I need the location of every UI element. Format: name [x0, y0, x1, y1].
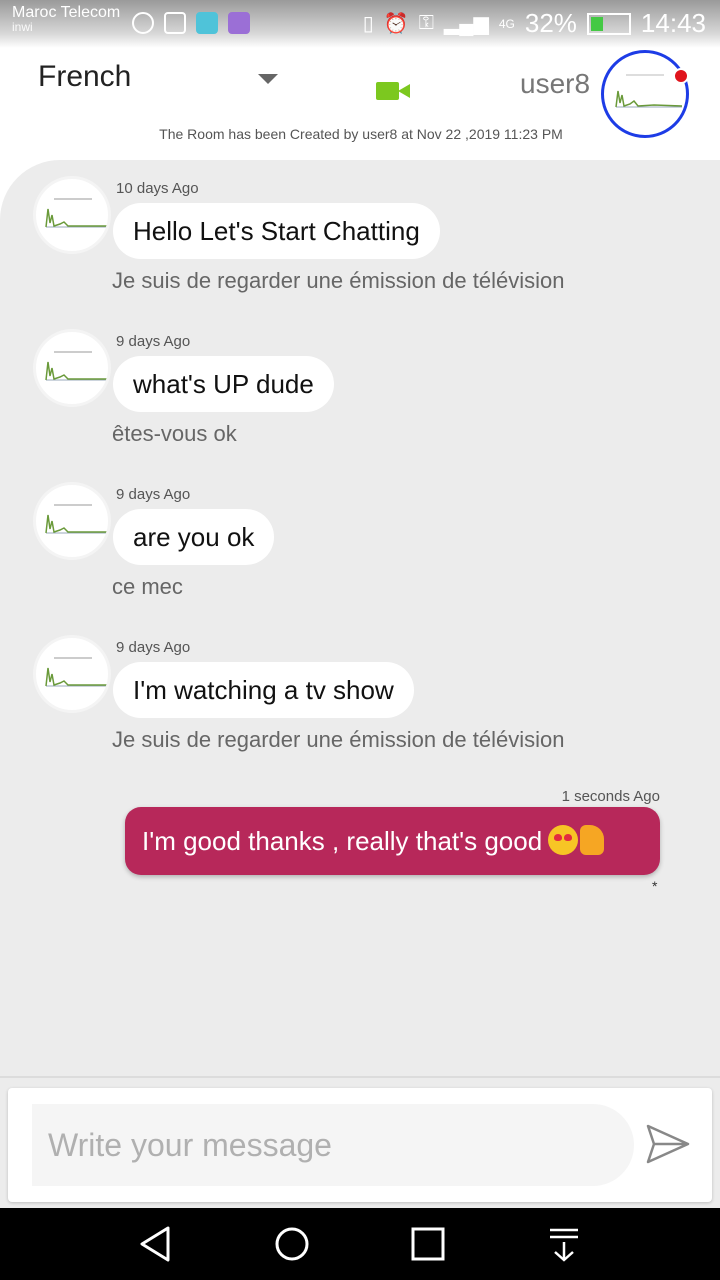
status-bar: Maroc Telecom inwi ▯ ⏰ ⚿ ▂▄▆ 4G 32% 14:4…	[0, 0, 720, 48]
language-selector[interactable]: French	[38, 60, 131, 94]
message-translation: Je suis de regarder une émission de télé…	[112, 727, 565, 752]
battery-icon	[586, 12, 631, 35]
message-time: 9 days Ago	[116, 333, 191, 350]
chat-area[interactable]	[0, 160, 720, 1076]
avatar[interactable]	[33, 176, 111, 254]
composer-area	[0, 1076, 720, 1208]
carrier-label: Maroc Telecom	[12, 4, 121, 21]
video-call-icon[interactable]	[376, 82, 412, 100]
avatar[interactable]	[33, 482, 111, 560]
vibrate-icon: ▯	[362, 13, 374, 35]
key-icon: ⚿	[418, 12, 434, 34]
message-translation: ce mec	[112, 574, 183, 599]
carrier-name: Maroc Telecom inwi	[12, 4, 120, 33]
gallery-icon	[228, 12, 250, 34]
room-username: user8	[520, 68, 591, 99]
message-time: 10 days Ago	[116, 180, 199, 197]
message-bubble[interactable]: Hello Let's Start Chatting	[113, 203, 440, 259]
message-input[interactable]	[32, 1104, 634, 1186]
clock: 14:43	[640, 8, 706, 38]
alarm-icon: ⏰	[383, 13, 409, 35]
avatar[interactable]	[33, 329, 111, 407]
message-translation: êtes-vous ok	[112, 421, 237, 446]
avatar[interactable]	[601, 50, 689, 138]
message-time: 9 days Ago	[116, 639, 191, 656]
message-status-mark: *	[652, 878, 658, 894]
online-status-dot	[673, 68, 689, 84]
notification-icons	[132, 12, 250, 34]
globe-icon	[132, 12, 154, 34]
message-bubble[interactable]: I'm watching a tv show	[113, 662, 414, 718]
back-icon[interactable]	[136, 1224, 176, 1264]
navigation-bar	[0, 1208, 720, 1280]
system-indicators: ▯ ⏰ ⚿ ▂▄▆ 4G 32% 14:43	[363, 8, 706, 39]
battery-percent: 32%	[524, 8, 577, 38]
heart-eyes-emoji-icon	[548, 825, 579, 856]
thumbs-up-emoji-icon	[580, 825, 605, 856]
carrier-sub-label: inwi	[12, 20, 33, 34]
chat-header: French user8 The Room has been Created b…	[0, 48, 720, 160]
chevron-down-icon[interactable]	[258, 74, 278, 84]
network-type: 4G	[498, 16, 515, 31]
signal-icon: ▂▄▆	[443, 13, 489, 35]
home-icon[interactable]	[272, 1224, 312, 1264]
outgoing-message-text: I'm good thanks , really that's good	[142, 826, 543, 856]
recent-apps-icon[interactable]	[408, 1224, 448, 1264]
outgoing-message-bubble[interactable]: I'm good thanks , really that's good	[125, 807, 660, 875]
outgoing-message-time: 1 seconds Ago	[561, 788, 660, 805]
network-icon	[164, 12, 186, 34]
message-bubble[interactable]: what's UP dude	[113, 356, 334, 412]
avatar[interactable]	[33, 635, 111, 713]
room-info: The Room has been Created by user8 at No…	[159, 126, 563, 142]
notification-pull-icon[interactable]	[544, 1224, 584, 1264]
message-time: 9 days Ago	[116, 486, 191, 503]
send-icon[interactable]	[644, 1120, 692, 1168]
android-icon	[196, 12, 218, 34]
message-translation: Je suis de regarder une émission de télé…	[112, 268, 565, 293]
message-bubble[interactable]: are you ok	[113, 509, 275, 565]
composer	[8, 1088, 712, 1202]
